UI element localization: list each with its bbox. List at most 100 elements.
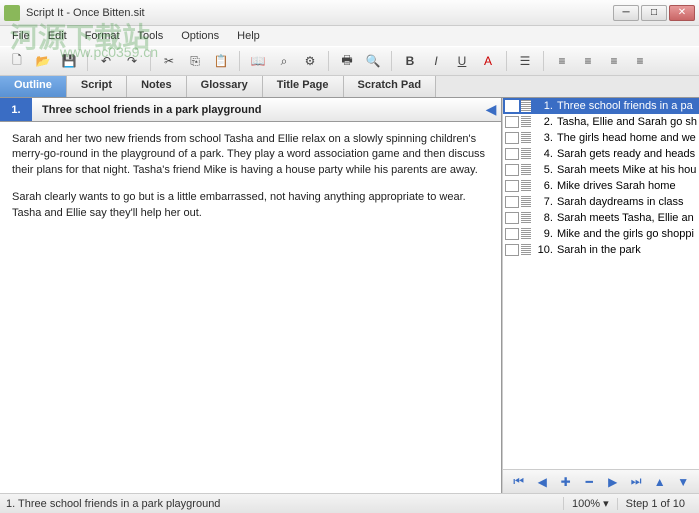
editor-paragraph: Sarah clearly wants to go but is a littl… [12,190,489,221]
book-icon[interactable]: 📖 [247,50,269,72]
align-left-icon[interactable]: ≡ [551,50,573,72]
step-row-title: Mike and the girls go shoppi [557,228,697,240]
step-row-title: Tasha, Ellie and Sarah go sh [557,116,697,128]
card-icon [505,244,519,256]
redo-icon[interactable]: ↷ [121,50,143,72]
step-row[interactable]: 10.Sarah in the park [503,242,699,258]
align-right-icon[interactable]: ≡ [603,50,625,72]
card-icon [505,180,519,192]
tabstrip: Outline Script Notes Glossary Title Page… [0,76,699,98]
tool1-icon[interactable]: ⌕ [273,50,295,72]
tab-notes[interactable]: Notes [127,76,187,97]
zoom-control[interactable]: 100% ▾ [563,497,617,510]
nav-last-icon[interactable]: ⏭ [628,474,644,490]
step-row[interactable]: 5.Sarah meets Mike at his hou [503,162,699,178]
lines-icon [521,244,531,256]
statusbar: 1. Three school friends in a park playgr… [0,493,699,513]
paste-icon[interactable]: 📋 [210,50,232,72]
print-icon[interactable]: 🖶 [336,50,358,72]
cut-icon[interactable]: ✂ [158,50,180,72]
step-indicator: Step 1 of 10 [617,498,693,510]
step-header: 1. Three school friends in a park playgr… [0,98,501,122]
nav-prev-icon[interactable]: ◀ [534,474,550,490]
align-center-icon[interactable]: ≡ [577,50,599,72]
step-editor[interactable]: Sarah and her two new friends from schoo… [0,122,501,493]
step-row-number: 6. [535,180,557,192]
menu-options[interactable]: Options [173,28,227,44]
lines-icon [521,228,531,240]
underline-button[interactable]: U [451,50,473,72]
undo-icon[interactable]: ↶ [95,50,117,72]
menubar: File Edit Format Tools Options Help [0,26,699,46]
new-icon[interactable]: 🗋 [6,50,28,72]
step-row-number: 4. [535,148,557,160]
card-icon [505,228,519,240]
step-row[interactable]: 7.Sarah daydreams in class [503,194,699,210]
nav-remove-icon[interactable]: ━ [581,474,597,490]
nav-up-icon[interactable]: ▲ [652,474,668,490]
lines-icon [521,116,531,128]
window-title: Script It - Once Bitten.sit [26,7,613,19]
tab-outline[interactable]: Outline [0,76,67,97]
nav-first-icon[interactable]: ⏮ [511,474,527,490]
step-row[interactable]: 9.Mike and the girls go shoppi [503,226,699,242]
maximize-button[interactable]: □ [641,5,667,21]
menu-file[interactable]: File [4,28,38,44]
close-button[interactable]: ✕ [669,5,695,21]
outline-panel: 1. Three school friends in a park playgr… [0,98,502,493]
tab-scratchpad[interactable]: Scratch Pad [344,76,437,97]
open-icon[interactable]: 📂 [32,50,54,72]
step-row[interactable]: 3.The girls head home and we [503,130,699,146]
status-text: 1. Three school friends in a park playgr… [6,498,563,510]
step-navbar: ⏮ ◀ ✚ ━ ▶ ⏭ ▲ ▼ [503,469,699,493]
lines-icon [521,212,531,224]
step-list[interactable]: 1.Three school friends in a pa2.Tasha, E… [503,98,699,469]
menu-help[interactable]: Help [229,28,268,44]
card-icon [505,116,519,128]
step-row-title: Sarah daydreams in class [557,196,697,208]
collapse-icon[interactable]: ◀ [481,100,501,120]
step-row[interactable]: 1.Three school friends in a pa [503,98,699,114]
tab-glossary[interactable]: Glossary [187,76,263,97]
step-row-title: Sarah meets Tasha, Ellie an [557,212,697,224]
minimize-button[interactable]: ─ [613,5,639,21]
toolbar: 🗋 📂 💾 ↶ ↷ ✂ ⎘ 📋 📖 ⌕ ⚙ 🖶 🔍 B I U A ☰ ≡ ≡ … [0,46,699,76]
step-row-title: Sarah in the park [557,244,697,256]
step-row[interactable]: 4.Sarah gets ready and heads [503,146,699,162]
nav-next-icon[interactable]: ▶ [605,474,621,490]
copy-icon[interactable]: ⎘ [184,50,206,72]
tab-titlepage[interactable]: Title Page [263,76,344,97]
list-icon[interactable]: ☰ [514,50,536,72]
menu-format[interactable]: Format [77,28,128,44]
step-row[interactable]: 8.Sarah meets Tasha, Ellie an [503,210,699,226]
card-icon [505,100,519,112]
step-row[interactable]: 6.Mike drives Sarah home [503,178,699,194]
preview-icon[interactable]: 🔍 [362,50,384,72]
lines-icon [521,132,531,144]
card-icon [505,196,519,208]
step-row-number: 8. [535,212,557,224]
menu-tools[interactable]: Tools [130,28,172,44]
step-row[interactable]: 2.Tasha, Ellie and Sarah go sh [503,114,699,130]
step-row-number: 7. [535,196,557,208]
step-row-number: 9. [535,228,557,240]
lines-icon [521,180,531,192]
step-title[interactable]: Three school friends in a park playgroun… [32,104,481,116]
lines-icon [521,164,531,176]
card-icon [505,212,519,224]
step-row-number: 2. [535,116,557,128]
italic-button[interactable]: I [425,50,447,72]
titlebar: Script It - Once Bitten.sit ─ □ ✕ [0,0,699,26]
menu-edit[interactable]: Edit [40,28,75,44]
save-icon[interactable]: 💾 [58,50,80,72]
nav-add-icon[interactable]: ✚ [558,474,574,490]
card-icon [505,132,519,144]
nav-down-icon[interactable]: ▼ [675,474,691,490]
step-row-number: 3. [535,132,557,144]
bold-button[interactable]: B [399,50,421,72]
step-row-number: 10. [535,244,557,256]
tool2-icon[interactable]: ⚙ [299,50,321,72]
align-justify-icon[interactable]: ≡ [629,50,651,72]
tab-script[interactable]: Script [67,76,127,97]
font-color-icon[interactable]: A [477,50,499,72]
